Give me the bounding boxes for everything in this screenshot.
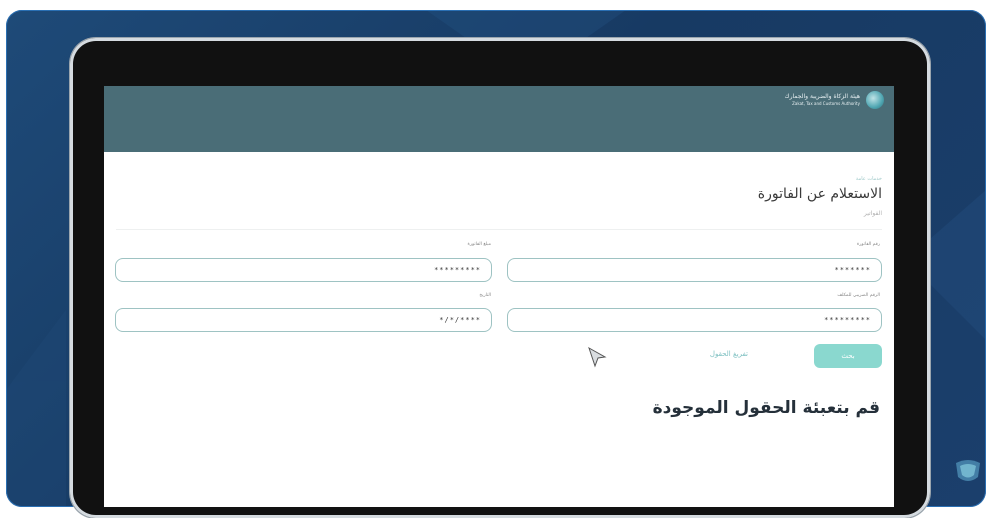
cursor-arrow-icon	[588, 346, 607, 368]
clear-fields-link[interactable]: تفريغ الحقول	[710, 350, 748, 358]
invoice-amount-label: مبلغ الفاتورة	[467, 242, 491, 247]
logo-emblem-icon	[866, 91, 884, 109]
watermark-emblem-icon	[956, 460, 980, 481]
site-header: هيئة الزكاة والضريبة والجمارك Zakat, Tax…	[104, 86, 894, 152]
main-content: خدمات عامة الاستعلام عن الفاتورة الفواتي…	[104, 152, 894, 507]
divider	[116, 229, 882, 230]
vat-number-label: الرقم الضريبي للمكلف	[837, 293, 880, 298]
date-label: التاريخ	[479, 293, 491, 298]
page-subtitle: الفواتير	[863, 210, 882, 217]
zatca-logo[interactable]: هيئة الزكاة والضريبة والجمارك Zakat, Tax…	[785, 91, 884, 109]
browser-screen: هيئة الزكاة والضريبة والجمارك Zakat, Tax…	[104, 86, 894, 507]
search-button[interactable]: بحث	[814, 344, 882, 368]
invoice-amount-field[interactable]	[115, 258, 492, 282]
invoice-number-field[interactable]	[507, 258, 882, 282]
instruction-caption: قم بتعبئة الحقول الموجودة	[652, 398, 880, 418]
breadcrumb[interactable]: خدمات عامة	[856, 176, 882, 182]
invoice-number-label: رقم الفاتورة	[856, 242, 880, 247]
date-field[interactable]	[115, 308, 492, 332]
org-name-en: Zakat, Tax and Customs Authority	[792, 101, 860, 106]
vat-number-field[interactable]	[507, 308, 882, 332]
page-title: الاستعلام عن الفاتورة	[757, 186, 882, 202]
org-name-ar: هيئة الزكاة والضريبة والجمارك	[784, 93, 860, 100]
